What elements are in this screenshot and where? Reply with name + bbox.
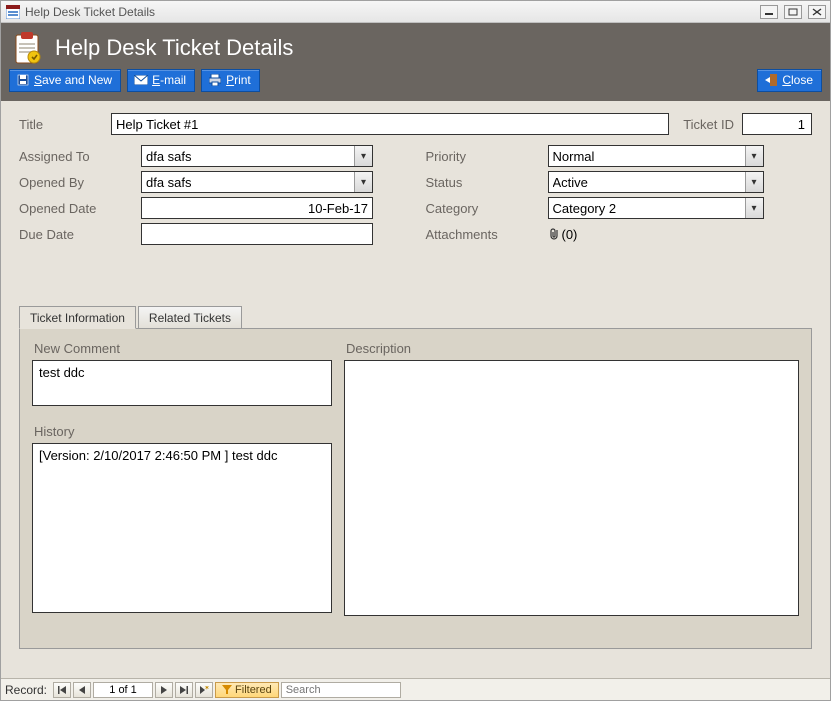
close-label-rest: lose xyxy=(791,73,813,87)
email-button[interactable]: E-mail xyxy=(127,69,195,92)
opened-by-dropdown-button[interactable]: ▾ xyxy=(354,172,372,192)
form-body: Title Ticket ID Assigned To ▾ xyxy=(1,101,830,678)
new-comment-label: New Comment xyxy=(34,341,332,356)
status-dropdown-button[interactable]: ▾ xyxy=(745,172,763,192)
close-button[interactable]: Close xyxy=(757,69,822,92)
record-position-field[interactable] xyxy=(93,682,153,698)
filter-indicator[interactable]: Filtered xyxy=(215,682,279,698)
status-combo[interactable] xyxy=(548,171,764,193)
attachments-count: (0) xyxy=(562,227,578,242)
title-input[interactable] xyxy=(111,113,669,135)
paperclip-icon xyxy=(548,227,560,241)
app-icon xyxy=(5,4,21,20)
priority-label: Priority xyxy=(426,149,548,164)
opened-date-label: Opened Date xyxy=(19,201,141,216)
attachments-label: Attachments xyxy=(426,227,548,242)
category-dropdown-button[interactable]: ▾ xyxy=(745,198,763,218)
restore-button[interactable] xyxy=(784,5,802,19)
ticket-id-label: Ticket ID xyxy=(683,117,734,132)
save-icon xyxy=(16,73,30,87)
close-accel: C xyxy=(782,73,791,87)
funnel-icon xyxy=(222,685,232,695)
due-date-label: Due Date xyxy=(19,227,141,242)
tab-ticket-information[interactable]: Ticket Information xyxy=(19,306,136,329)
nav-last-button[interactable] xyxy=(175,682,193,698)
window-controls xyxy=(760,5,826,19)
print-button[interactable]: Print xyxy=(201,69,260,92)
nav-next-button[interactable] xyxy=(155,682,173,698)
record-nav-bar: Record: ✶ Filtered xyxy=(1,678,830,700)
category-combo[interactable] xyxy=(548,197,764,219)
attachments-field[interactable]: (0) xyxy=(548,227,578,242)
assigned-to-label: Assigned To xyxy=(19,149,141,164)
description-label: Description xyxy=(346,341,799,356)
category-label: Category xyxy=(426,201,548,216)
print-icon xyxy=(208,73,222,87)
email-accel: E xyxy=(152,73,160,87)
print-accel: P xyxy=(226,73,234,87)
email-label-rest: -mail xyxy=(160,73,186,87)
title-label: Title xyxy=(19,117,111,132)
record-label: Record: xyxy=(5,683,47,697)
close-window-button[interactable] xyxy=(808,5,826,19)
record-search-input[interactable] xyxy=(281,682,401,698)
opened-date-field[interactable] xyxy=(141,197,373,219)
tab-related-tickets[interactable]: Related Tickets xyxy=(138,306,242,328)
priority-dropdown-button[interactable]: ▾ xyxy=(745,146,763,166)
door-close-icon xyxy=(764,73,778,87)
ticket-id-field[interactable] xyxy=(742,113,812,135)
form-header: Help Desk Ticket Details Save and New E-… xyxy=(1,23,830,101)
opened-by-label: Opened By xyxy=(19,175,141,190)
tab-panel-ticket-information: New Comment test ddc History [Version: 2… xyxy=(19,329,812,649)
filter-label: Filtered xyxy=(235,684,272,696)
save-label-rest: ave and New xyxy=(42,73,112,87)
history-box[interactable]: [Version: 2/10/2017 2:46:50 PM ] test dd… xyxy=(32,443,332,613)
assigned-to-dropdown-button[interactable]: ▾ xyxy=(354,146,372,166)
new-comment-box[interactable]: test ddc xyxy=(32,360,332,406)
window-root: Help Desk Ticket Details Help Desk Tick xyxy=(0,0,831,701)
nav-new-button[interactable]: ✶ xyxy=(195,682,213,698)
save-and-new-button[interactable]: Save and New xyxy=(9,69,121,92)
window-title: Help Desk Ticket Details xyxy=(25,5,155,19)
save-accel: S xyxy=(34,73,42,87)
print-label-rest: rint xyxy=(234,73,251,87)
email-icon xyxy=(134,73,148,87)
page-title: Help Desk Ticket Details xyxy=(55,35,293,61)
history-label: History xyxy=(34,424,332,439)
nav-prev-button[interactable] xyxy=(73,682,91,698)
minimize-button[interactable] xyxy=(760,5,778,19)
due-date-field[interactable] xyxy=(141,223,373,245)
nav-first-button[interactable] xyxy=(53,682,71,698)
description-box[interactable] xyxy=(344,360,799,616)
opened-by-combo[interactable] xyxy=(141,171,373,193)
status-label: Status xyxy=(426,175,548,190)
clipboard-icon xyxy=(9,30,45,66)
svg-text:✶: ✶ xyxy=(204,686,209,692)
priority-combo[interactable] xyxy=(548,145,764,167)
toolbar: Save and New E-mail Print Close xyxy=(9,69,822,92)
assigned-to-combo[interactable] xyxy=(141,145,373,167)
tab-strip: Ticket Information Related Tickets xyxy=(19,305,812,329)
titlebar: Help Desk Ticket Details xyxy=(1,1,830,23)
